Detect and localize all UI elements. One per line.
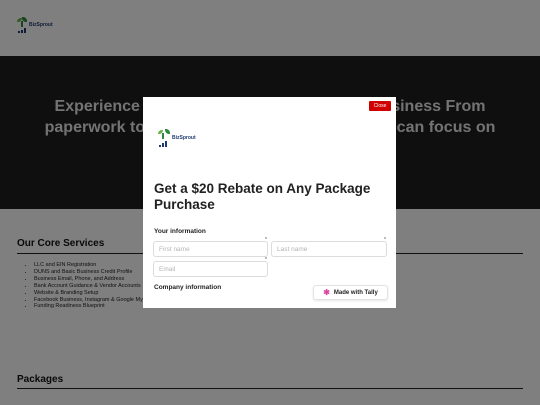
tally-asterisk-icon: ✱ (323, 287, 330, 297)
last-name-field[interactable] (271, 241, 387, 257)
sprout-logo-icon (158, 129, 170, 147)
required-marker: * (265, 257, 267, 263)
your-information-label: Your information (154, 228, 206, 235)
made-with-tally-button[interactable]: ✱ Made with Tally (313, 285, 388, 300)
modal-logo: BizSprout (158, 129, 196, 147)
made-with-tally-label: Made with Tally (333, 289, 378, 296)
rebate-modal: Close BizSprout Get a $20 Rebate on Any … (143, 97, 396, 308)
first-name-field[interactable] (153, 241, 268, 257)
required-marker: * (384, 237, 386, 243)
email-field[interactable] (153, 261, 268, 277)
company-information-label: Company information (154, 284, 222, 291)
modal-logo-text: BizSprout (172, 135, 196, 141)
required-marker: * (265, 237, 267, 243)
close-button[interactable]: Close (369, 101, 391, 111)
modal-title: Get a $20 Rebate on Any Package Purchase (154, 181, 371, 212)
